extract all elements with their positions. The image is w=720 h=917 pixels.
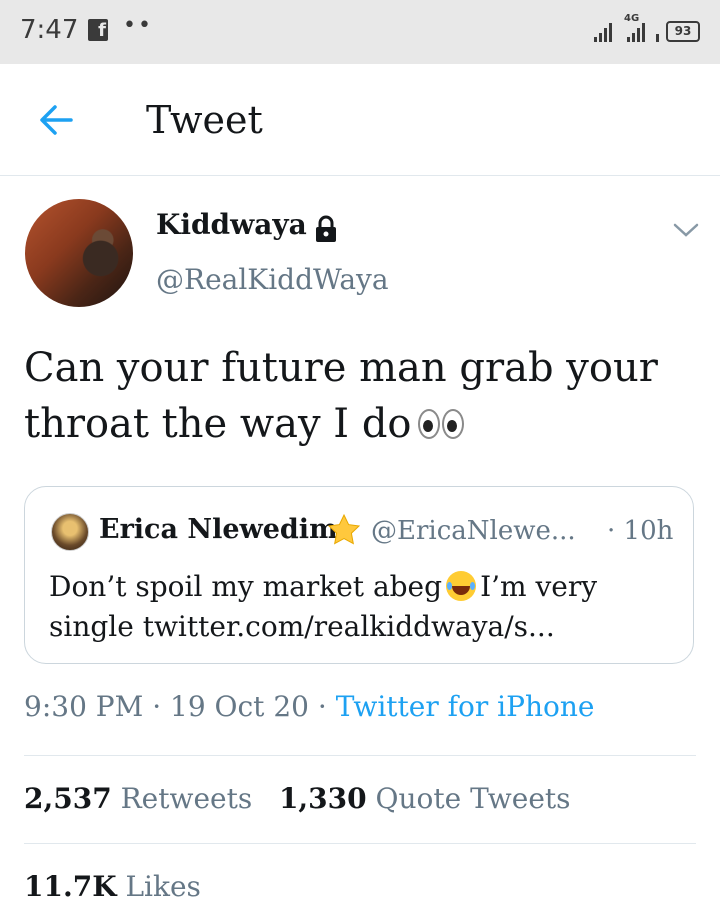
engagement-stats: 2,537 Retweets 1,330 Quote Tweets	[24, 782, 571, 815]
star-emoji-icon	[327, 513, 361, 545]
signal-strength-icon	[594, 22, 612, 42]
status-time: 7:47	[20, 15, 79, 45]
quoted-tweet-card[interactable]: Erica Nlewedim @EricaNlewe... · 10h Don’…	[24, 486, 694, 664]
tweet-body: Can your future man grab your throat the…	[24, 345, 658, 447]
tears-of-joy-emoji-icon	[446, 571, 477, 601]
quote-tweets-stat[interactable]: 1,330 Quote Tweets	[279, 782, 571, 815]
tweet-date: 19 Oct 20	[170, 690, 309, 723]
chevron-down-icon[interactable]	[672, 220, 700, 240]
quoted-author-avatar	[51, 513, 89, 551]
quoted-author-handle: @EricaNlewe...	[371, 516, 576, 546]
facebook-notification-icon: f	[88, 19, 108, 41]
quotes-label: Quote Tweets	[375, 782, 571, 815]
retweets-stat[interactable]: 2,537 Retweets	[24, 782, 252, 815]
quoted-tweet-time: · 10h	[607, 516, 674, 546]
retweets-label: Retweets	[120, 782, 253, 815]
battery-icon: 93	[666, 21, 700, 42]
eyes-emoji-icon	[417, 409, 464, 439]
more-notifications-icon: ••	[123, 13, 153, 38]
likes-count: 11.7K	[24, 870, 117, 903]
top-app-bar: Tweet	[0, 64, 720, 176]
author-handle[interactable]: @RealKiddWaya	[156, 263, 389, 296]
meta-separator: ·	[317, 690, 327, 723]
tweet-text: Can your future man grab your throat the…	[24, 340, 694, 452]
retweets-count: 2,537	[24, 782, 112, 815]
divider	[24, 755, 696, 756]
quoted-author-name: Erica Nlewedim	[99, 514, 338, 545]
divider	[24, 843, 696, 844]
signal-strength-2-icon	[627, 22, 645, 42]
page-title: Tweet	[146, 98, 263, 142]
back-arrow-icon[interactable]	[38, 102, 74, 138]
author-avatar[interactable]	[25, 199, 133, 307]
meta-separator: ·	[152, 690, 162, 723]
author-name[interactable]: Kiddwaya	[156, 208, 307, 241]
protected-lock-icon	[316, 215, 336, 242]
tweet-metadata: 9:30 PM · 19 Oct 20 · Twitter for iPhone	[24, 690, 594, 723]
tweet-time: 9:30 PM	[24, 690, 144, 723]
small-signal-icon	[656, 22, 659, 42]
likes-stat[interactable]: 11.7K Likes	[24, 870, 201, 903]
status-bar: 7:47 f •• 4G 93	[0, 0, 720, 64]
quotes-count: 1,330	[278, 782, 367, 815]
likes-label: Likes	[125, 870, 201, 903]
quoted-text-part1: Don’t spoil my market abeg	[49, 570, 443, 603]
tweet-source-link[interactable]: Twitter for iPhone	[336, 690, 595, 723]
quoted-tweet-text: Don’t spoil my market abeg I’m very singl…	[49, 567, 669, 647]
